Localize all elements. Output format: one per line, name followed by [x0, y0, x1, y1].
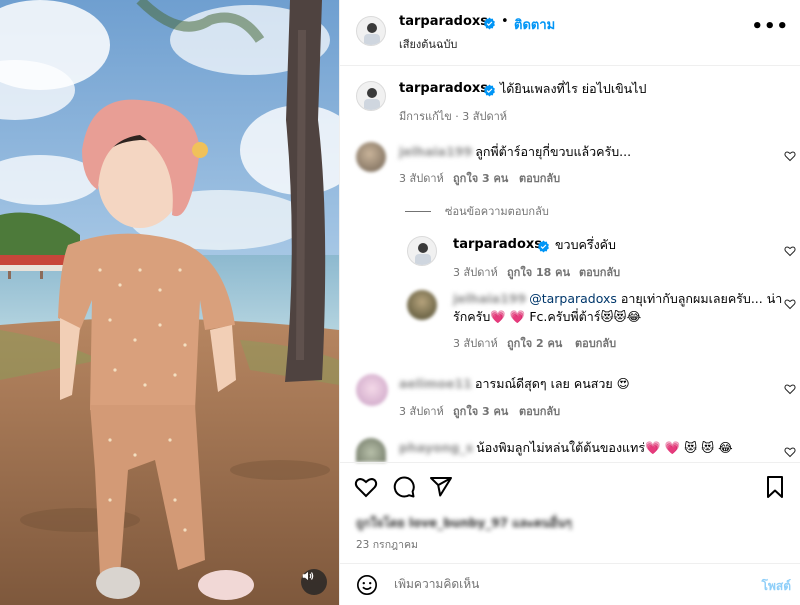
more-options-button[interactable]: ••• [751, 18, 789, 36]
commenter-avatar[interactable] [356, 438, 386, 462]
comment-bar: โพสต์ [340, 563, 800, 605]
post-dialog: tarparadoxs • ติดตาม เสียงต้นฉบับ ••• ta… [0, 0, 800, 605]
sound-toggle-button[interactable] [301, 569, 327, 595]
reply-button[interactable]: ตอบกลับ [519, 169, 560, 187]
commenter-username[interactable]: jelhaia199 [453, 290, 526, 308]
hide-replies-button[interactable]: ซ่อนข้อความตอบกลับ [405, 202, 549, 220]
more-horizontal-icon: ••• [751, 16, 789, 37]
comment-1-text: jelhaia199 ลูกพี่ต้าร์อายุกี่ขวบแล้วครับ.… [399, 143, 631, 161]
speaker-icon [302, 571, 314, 581]
comment-body: อารมณ์ดีสุดๆ เลย คนสวย 😍 [474, 376, 630, 391]
post-video[interactable] [0, 0, 339, 605]
comment-3-text: aelimoe11 อารมณ์ดีสุดๆ เลย คนสวย 😍 [399, 375, 630, 393]
commenter-username[interactable]: jelhaia199 [399, 143, 472, 161]
post-panel: tarparadoxs • ติดตาม เสียงต้นฉบับ ••• ta… [339, 0, 800, 605]
commenter-username[interactable]: aelimoe11 [399, 375, 472, 393]
comment-like-heart-icon[interactable] [784, 446, 796, 458]
reply-body-line2: รักครับ💗 💗 Fc.ครับพี่ต้าร์😻😻😂 [453, 309, 642, 324]
comment-like-heart-icon[interactable] [784, 150, 796, 162]
comment-icon[interactable] [392, 475, 416, 499]
reply-time[interactable]: 3 สัปดาห์ [453, 334, 498, 352]
comment-like-heart-icon[interactable] [784, 298, 796, 310]
comment-body: น้องพิมลูกไม่หล่นใต้ต้นของแทร่💗 💗 😻 😻 😂 [476, 440, 733, 455]
reply-text: ขวบครึ่งคับ [555, 237, 616, 252]
reply-body-line1: อายุเท่ากับลูกผมเลยครับ... น่า [620, 291, 783, 306]
separator-dot: • [501, 14, 509, 29]
comment-likes[interactable]: ถูกใจ 3 คน [453, 169, 508, 187]
post-header: tarparadoxs • ติดตาม เสียงต้นฉบับ ••• [340, 0, 800, 66]
reply-time[interactable]: 3 สัปดาห์ [453, 263, 498, 281]
emoji-icon[interactable] [356, 574, 378, 596]
reply-button[interactable]: ตอบกลับ [519, 402, 560, 420]
reply-username[interactable]: tarparadoxs [453, 237, 542, 252]
comment-input[interactable] [394, 577, 734, 591]
commenter-avatar[interactable] [356, 142, 386, 172]
comment-like-heart-icon[interactable] [784, 245, 796, 257]
reply-button[interactable]: ตอบกลับ [575, 334, 616, 352]
caption-meta: มีการแก้ไข · 3 สัปดาห์ [399, 110, 508, 123]
verified-badge-icon [538, 240, 549, 253]
heart-icon[interactable] [354, 475, 378, 499]
reply-2-text-line1: jelhaia199 @tarparadoxs อายุเท่ากับลูกผมเ… [453, 290, 782, 308]
comment-likes[interactable]: ถูกใจ 3 คน [453, 402, 508, 420]
likes-summary[interactable]: ถูกใจโดย love_bunby_97 และคนอื่นๆ [356, 514, 572, 533]
audio-label[interactable]: เสียงต้นฉบับ [399, 35, 457, 53]
verified-badge-icon [484, 84, 495, 97]
commenter-avatar[interactable] [407, 290, 437, 320]
commenter-username[interactable]: phayong_s [399, 439, 473, 457]
replies-divider-line [405, 210, 431, 212]
caption-text: ได้ยินเพลงที่ไร ย่อไปเขินไป [500, 81, 647, 96]
action-bar: ถูกใจโดย love_bunby_97 และคนอื่นๆ 23 กรก… [340, 462, 800, 605]
verified-badge-icon [484, 17, 495, 30]
caption-avatar[interactable] [356, 81, 386, 111]
mention-link[interactable]: @tarparadoxs [529, 291, 617, 306]
comment-time[interactable]: 3 สัปดาห์ [399, 402, 444, 420]
commenter-avatar[interactable] [356, 374, 388, 406]
comment-time[interactable]: 3 สัปดาห์ [399, 169, 444, 187]
share-icon[interactable] [429, 475, 453, 499]
hide-replies-label: ซ่อนข้อความตอบกลับ [445, 205, 549, 218]
author-username[interactable]: tarparadoxs [399, 14, 488, 29]
reply-likes[interactable]: ถูกใจ 2 คน [507, 334, 562, 352]
comment-4-text: phayong_s น้องพิมลูกไม่หล่นใต้ต้นของแทร่💗… [399, 439, 733, 457]
follow-button[interactable]: ติดตาม [514, 14, 555, 35]
caption-username[interactable]: tarparadoxs [399, 81, 488, 96]
video-frame [0, 0, 339, 605]
author-avatar[interactable] [356, 16, 386, 46]
reply-likes[interactable]: ถูกใจ 18 คน [507, 263, 570, 281]
post-comment-button[interactable]: โพสต์ [762, 577, 791, 596]
post-date[interactable]: 23 กรกฎาคม [356, 536, 418, 553]
reply-author-avatar[interactable] [407, 236, 437, 266]
comment-body: ลูกพี่ต้าร์อายุกี่ขวบแล้วครับ... [475, 144, 632, 159]
comment-like-heart-icon[interactable] [784, 383, 796, 395]
reply-button[interactable]: ตอบกลับ [579, 263, 620, 281]
bookmark-icon[interactable] [763, 475, 787, 499]
